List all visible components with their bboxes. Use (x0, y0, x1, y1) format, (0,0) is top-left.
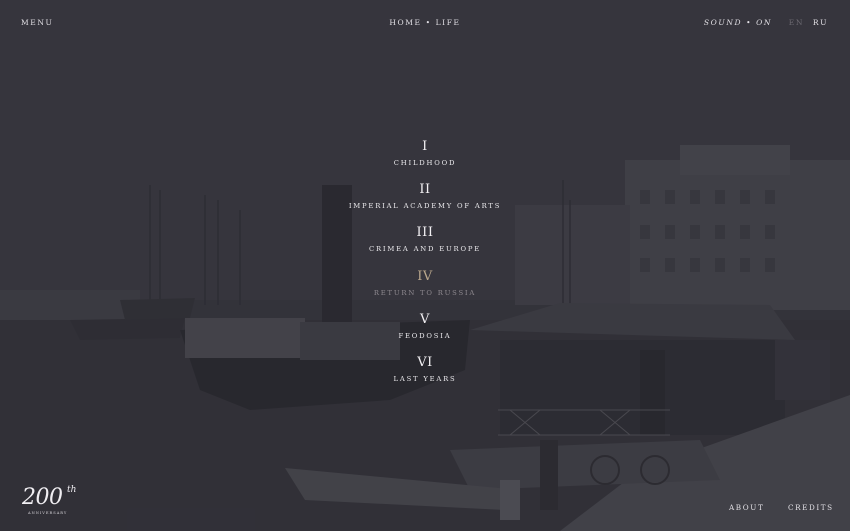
logo-subtitle: ANNIVERSARY (28, 511, 68, 515)
chapter-numeral: V (420, 312, 430, 327)
chapter-title: CRIMEA AND EUROPE (369, 245, 481, 253)
chapter-item-return-to-russia[interactable]: IV RETURN TO RUSSIA (0, 269, 850, 298)
chapter-numeral: VI (417, 355, 433, 370)
chapter-title: FEODOSIA (398, 332, 452, 340)
chapter-item-crimea-europe[interactable]: III CRIMEA AND EUROPE (0, 225, 850, 254)
chapter-item-last-years[interactable]: VI LAST YEARS (0, 355, 850, 384)
chapter-title: LAST YEARS (393, 375, 457, 383)
chapter-title: IMPERIAL ACADEMY OF ARTS (348, 202, 502, 210)
breadcrumb-home-life[interactable]: HOME • LIFE (389, 18, 460, 27)
credits-link[interactable]: CREDITS (788, 503, 834, 512)
logo-suffix: th (67, 485, 77, 495)
language-ru[interactable]: RU (813, 18, 828, 27)
chapter-numeral: IV (417, 269, 433, 284)
chapter-item-feodosia[interactable]: V FEODOSIA (0, 312, 850, 341)
language-en[interactable]: EN (789, 18, 804, 27)
chapter-title: RETURN TO RUSSIA (373, 289, 477, 297)
chapter-item-childhood[interactable]: I CHILDHOOD (0, 139, 850, 168)
chapter-title: CHILDHOOD (393, 159, 457, 167)
chapter-numeral: III (416, 225, 434, 240)
background-photo (0, 0, 850, 531)
chapter-numeral: I (422, 139, 428, 154)
logo-number: 200 (22, 485, 63, 510)
menu-button[interactable]: MENU (21, 18, 53, 27)
sound-toggle[interactable]: SOUND • ON (704, 18, 772, 27)
top-bar: MENU HOME • LIFE SOUND • ON EN RU (0, 18, 850, 30)
anniversary-logo[interactable]: 200 th ANNIVERSARY (22, 485, 82, 519)
about-link[interactable]: ABOUT (729, 503, 764, 512)
chapter-numeral: II (419, 182, 431, 197)
chapter-item-imperial-academy[interactable]: II IMPERIAL ACADEMY OF ARTS (0, 182, 850, 211)
